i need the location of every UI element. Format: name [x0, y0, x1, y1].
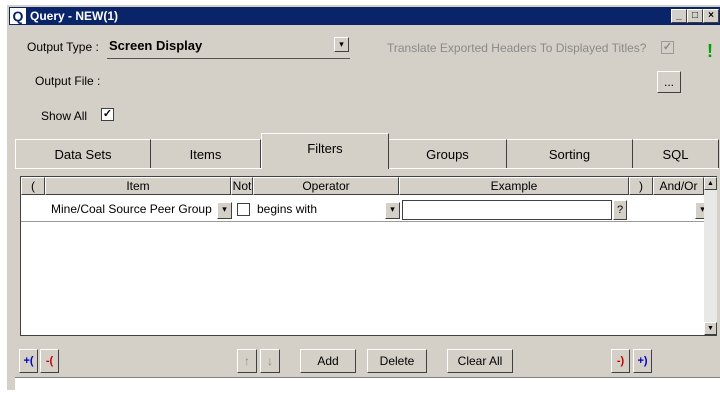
col-header-not[interactable]: Not	[231, 177, 253, 195]
scroll-down-arrow-icon[interactable]: ▼	[704, 322, 717, 335]
not-checkbox[interactable]	[237, 203, 250, 216]
tab-groups[interactable]: Groups	[389, 139, 507, 169]
translate-headers-label: Translate Exported Headers To Displayed …	[387, 41, 647, 55]
add-filter-button[interactable]: Add	[300, 349, 356, 373]
run-query-icon[interactable]: !	[707, 41, 713, 62]
translate-headers-checkbox[interactable]: ✓	[661, 41, 674, 54]
show-all-label: Show All	[41, 109, 88, 123]
tab-filters[interactable]: Filters	[261, 133, 389, 169]
remove-close-paren-button[interactable]: -)	[611, 349, 630, 373]
operator-dropdown-button[interactable]: ▾	[385, 202, 400, 219]
output-type-select[interactable]: Screen Display	[109, 39, 202, 53]
col-header-close-paren[interactable]: )	[629, 177, 653, 195]
row-separator	[21, 221, 704, 222]
query-window: Q Query - NEW(1) _ □ × Output Type : Scr…	[6, 4, 720, 395]
item-dropdown-button[interactable]: ▾	[217, 202, 232, 219]
col-header-operator[interactable]: Operator	[253, 177, 399, 195]
tab-sql[interactable]: SQL	[633, 139, 719, 169]
show-all-checkbox[interactable]: ✓	[101, 108, 114, 121]
app-icon: Q	[10, 8, 26, 24]
col-header-and-or[interactable]: And/Or	[653, 177, 704, 195]
browse-output-file-button[interactable]: ...	[657, 71, 681, 93]
tab-bar: Data Sets Items Filters Groups Sorting S…	[15, 133, 719, 169]
status-bar	[15, 377, 720, 395]
add-open-paren-button[interactable]: +(	[19, 349, 38, 373]
row-and-or-cell[interactable]	[657, 199, 687, 221]
col-header-example[interactable]: Example	[399, 177, 629, 195]
row-close-paren-cell[interactable]	[633, 199, 649, 221]
output-file-label: Output File :	[35, 74, 101, 88]
tab-sorting[interactable]: Sorting	[507, 139, 633, 169]
close-button[interactable]: ×	[703, 9, 719, 23]
output-type-dropdown-button[interactable]: ▾	[334, 37, 349, 52]
remove-open-paren-button[interactable]: -(	[40, 349, 59, 373]
title-bar[interactable]: Q Query - NEW(1) _ □ ×	[9, 7, 720, 25]
move-up-button[interactable]: ↑	[237, 349, 257, 373]
window-title: Query - NEW(1)	[30, 9, 119, 23]
scroll-up-arrow-icon[interactable]: ▲	[704, 177, 717, 190]
col-header-open-paren[interactable]: (	[21, 177, 45, 195]
tab-items[interactable]: Items	[151, 139, 261, 169]
move-down-button[interactable]: ↓	[260, 349, 280, 373]
maximize-button[interactable]: □	[687, 9, 703, 23]
minimize-button[interactable]: _	[671, 9, 687, 23]
output-type-label: Output Type :	[27, 40, 99, 54]
filter-grid[interactable]: ( Item Not Operator Example ) And/Or Min…	[20, 176, 717, 336]
tab-data-sets[interactable]: Data Sets	[15, 139, 151, 169]
row-open-paren-cell[interactable]	[23, 199, 43, 221]
example-help-button[interactable]: ?	[613, 200, 627, 220]
delete-filter-button[interactable]: Delete	[367, 349, 427, 373]
grid-vertical-scrollbar[interactable]: ▲ ▼	[704, 177, 717, 335]
row-item-cell[interactable]: Mine/Coal Source Peer Group	[51, 199, 212, 221]
example-input[interactable]	[402, 200, 612, 220]
add-close-paren-button[interactable]: +)	[633, 349, 652, 373]
row-operator-cell[interactable]: begins with	[257, 199, 317, 221]
clear-all-button[interactable]: Clear All	[447, 349, 513, 373]
col-header-item[interactable]: Item	[45, 177, 231, 195]
output-type-underline	[107, 58, 350, 59]
